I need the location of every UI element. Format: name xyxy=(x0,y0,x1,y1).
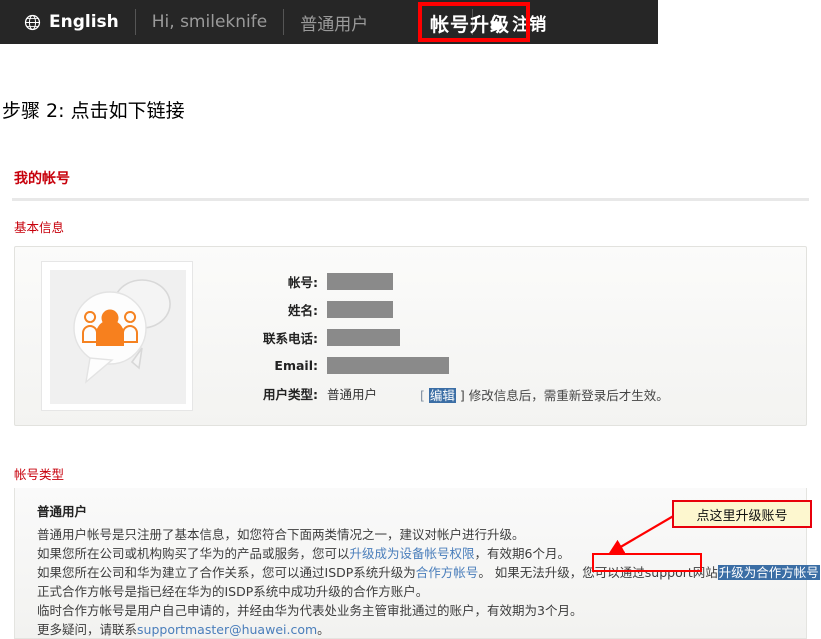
field-row-phone: 联系电话: xyxy=(211,323,449,351)
redacted-value xyxy=(327,356,449,374)
body-text: ，有效期6个月。 xyxy=(474,546,570,561)
body-text: 更多疑问，请联系 xyxy=(37,622,138,637)
basic-info-label: 基本信息 xyxy=(14,220,65,235)
my-account-panel: 我的帐号 基本信息 xyxy=(0,158,821,244)
field-label: 姓名: xyxy=(288,302,318,318)
page-title: 我的帐号 xyxy=(14,171,70,187)
edit-hint-line: [ 编辑 ] 修改信息后，需重新登录后才生效。 xyxy=(420,385,669,404)
top-navigation-bar: English Hi, smileknife 普通用户 注销 xyxy=(0,0,658,44)
field-label: 联系电话: xyxy=(263,330,318,346)
account-type-line: 如果您所在公司和华为建立了合作关系，您可以通过ISDP系统升级为合作方帐号。 如… xyxy=(37,563,820,582)
nav-item-account-upgrade[interactable]: 帐号升级 xyxy=(430,10,510,37)
globe-icon xyxy=(24,14,41,31)
logout-label: 注销 xyxy=(512,14,547,35)
edit-hint-text: ] 修改信息后，需重新登录后才生效。 xyxy=(455,388,669,403)
annotation-text: 点这里升级账号 xyxy=(696,508,788,524)
field-row-name: 姓名: xyxy=(211,295,449,323)
field-label: Email: xyxy=(274,357,318,373)
user-type-text: 普通用户 xyxy=(300,14,369,35)
greeting-label: Hi, smileknife xyxy=(151,12,268,32)
account-type-line: 如果您所在公司或机构购买了华为的产品或服务，您可以升级成为设备帐号权限，有效期6… xyxy=(37,544,806,563)
inline-link[interactable]: 合作方帐号 xyxy=(416,565,479,580)
profile-card: 帐号: 姓名: 联系电话: Email: 用户类型: 普通用户 xyxy=(14,246,807,426)
field-label: 帐号: xyxy=(288,274,318,290)
redacted-value xyxy=(327,300,393,318)
body-text: 普通用户帐号是只注册了基本信息，如您符合下面两类情况之一，建议对帐户进行升级。 xyxy=(37,527,525,542)
inline-link[interactable]: 升级成为设备帐号权限 xyxy=(350,546,475,561)
redacted-value xyxy=(327,328,400,346)
user-type-label: 普通用户 xyxy=(300,10,368,35)
step-heading: 步骤 2: 点击如下链接 xyxy=(2,100,185,122)
language-switcher[interactable]: English xyxy=(24,12,119,32)
field-row-user-type: 用户类型: 普通用户 xyxy=(211,379,449,407)
profile-fields: 帐号: 姓名: 联系电话: Email: 用户类型: 普通用户 xyxy=(211,267,449,407)
nav-divider xyxy=(283,9,285,35)
body-text: 正式合作方帐号是指已经在华为的ISDP系统中成功升级的合作方账户。 xyxy=(37,584,429,599)
upgrade-partner-account-link[interactable]: 升级为合作方帐号 xyxy=(717,565,820,580)
user-greeting: Hi, smileknife xyxy=(152,12,267,32)
language-label: English xyxy=(49,12,119,32)
body-text: 。 xyxy=(317,622,330,637)
users-speech-bubble-icon xyxy=(73,279,171,384)
account-type-line: 临时合作方帐号是用户自己申请的，并经由华为代表处业务主管审批通过的账户，有效期为… xyxy=(37,601,806,620)
account-type-label: 帐号类型 xyxy=(14,467,65,482)
edit-link[interactable]: 编辑 xyxy=(428,388,456,403)
body-text: 临时合作方帐号是用户自己申请的，并经由华为代表处业务主管审批通过的账户，有效期为… xyxy=(37,603,583,618)
field-value-user-type: 普通用户 xyxy=(327,386,378,402)
inline-link[interactable]: supportmaster@huawei.com xyxy=(137,622,317,637)
field-row-email: Email: xyxy=(211,351,449,379)
account-type-line: 更多疑问，请联系supportmaster@huawei.com。 xyxy=(37,620,806,639)
redacted-value xyxy=(327,272,393,290)
body-text: 如果您所在公司和华为建立了合作关系，您可以通过ISDP系统升级为 xyxy=(37,565,416,580)
annotation-callout: 点这里升级账号 xyxy=(672,500,812,528)
account-type-line: 正式合作方帐号是指已经在华为的ISDP系统中成功升级的合作方账户。 xyxy=(37,582,806,601)
bracket-open: [ xyxy=(420,388,429,403)
field-label: 用户类型: xyxy=(263,386,318,402)
avatar-frame xyxy=(41,261,193,411)
body-text: 。 如果无法升级，您可以通过support网站 xyxy=(478,565,718,580)
body-text: 如果您所在公司或机构购买了华为的产品或服务，您可以 xyxy=(37,546,350,561)
avatar xyxy=(50,270,186,404)
nav-divider xyxy=(134,9,136,35)
field-row-account: 帐号: xyxy=(211,267,449,295)
